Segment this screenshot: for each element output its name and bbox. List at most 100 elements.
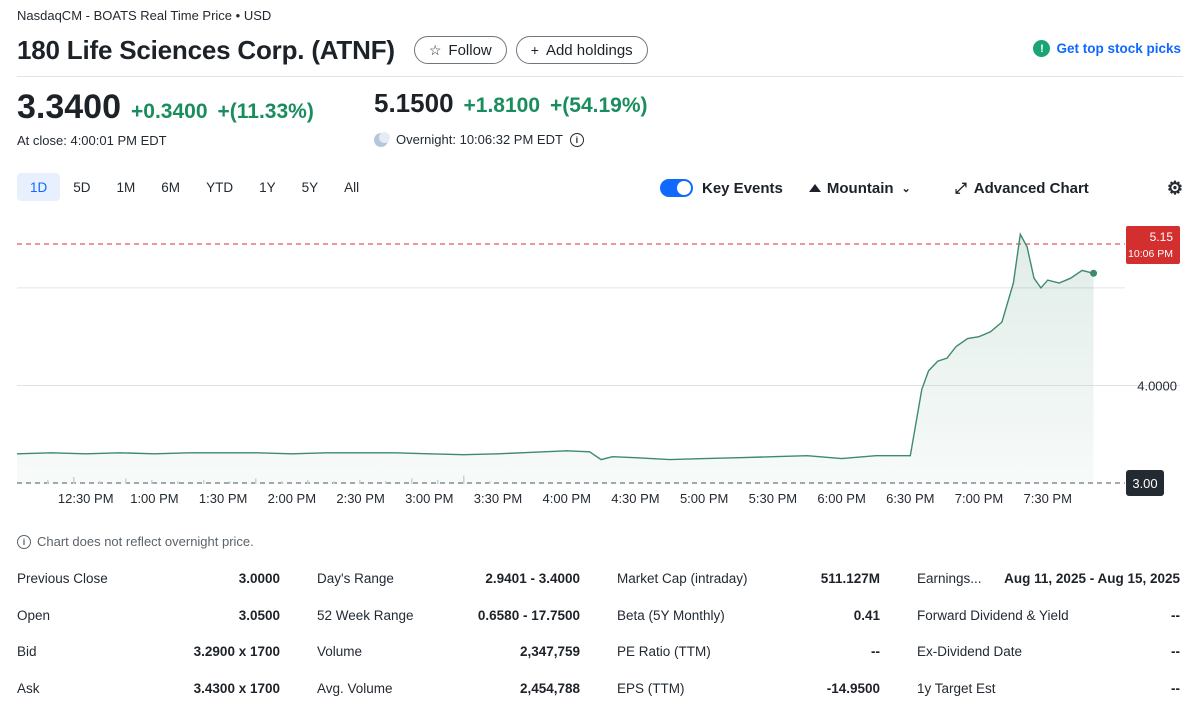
stat-label: Avg. Volume — [317, 681, 393, 697]
stat-label: 52 Week Range — [317, 607, 414, 623]
add-holdings-button[interactable]: + Add holdings — [515, 36, 648, 64]
mountain-icon — [808, 184, 821, 192]
range-tabs: 1D 5D 1M 6M YTD 1Y 5Y All — [17, 173, 372, 201]
x-tick-label: 2:00 PM — [268, 491, 316, 506]
range-tab-1y[interactable]: 1Y — [246, 173, 289, 201]
stat-label: Volume — [317, 644, 363, 660]
advanced-chart-button[interactable]: ⤢ Advanced Chart — [955, 180, 1089, 197]
previous-close-badge-value: 3.00 — [1132, 476, 1157, 491]
stat-label: 1y Target Est — [917, 681, 996, 697]
key-events-toggle[interactable]: Key Events — [660, 179, 783, 197]
stats-column: Market Cap (intraday) 511.127M Beta (5Y Mo… — [617, 560, 880, 707]
last-price-dot — [1090, 269, 1098, 277]
stat-value: 0.41 — [853, 607, 880, 623]
close-price-block: 3.3400 +0.3400 +(11.33%) — [17, 88, 314, 127]
stat-row: 52 Week Range 0.6580 - 17.7500 — [317, 597, 580, 634]
stats-column: Previous Close 3.0000 Open 3.0500 Bid 3.2900 … — [17, 560, 280, 707]
overnight-time: Overnight: 10:06:32 PM EDT — [396, 132, 563, 147]
stat-label: Day's Range — [317, 570, 394, 586]
stat-value: Aug 11, 2025 - Aug 15, 2025 — [1004, 570, 1180, 586]
y-tick-label: 4.0000 — [1137, 378, 1177, 393]
stat-label: EPS (TTM) — [617, 681, 685, 697]
stat-row: Ex-Dividend Date -- — [917, 634, 1180, 671]
stat-row: Bid 3.2900 x 1700 — [17, 634, 280, 671]
chart-note: i Chart does not reflect overnight price… — [17, 534, 254, 549]
stat-value: 3.0000 — [238, 570, 280, 586]
chart-type-dropdown[interactable]: Mountain ⌄ — [808, 180, 911, 197]
close-change: +0.3400 — [131, 100, 208, 123]
toggle-switch-icon — [660, 179, 693, 197]
x-tick-label: 5:00 PM — [680, 491, 728, 506]
x-tick-label: 5:30 PM — [749, 491, 797, 506]
follow-button[interactable]: ☆ Follow — [413, 36, 507, 64]
price-chart[interactable]: 4.0000 12:30 PM 1:00 PM 1:30 PM 2:00 PM 2:30 … — [0, 200, 1200, 520]
stat-row: Volume 2,347,759 — [317, 634, 580, 671]
x-tick-label: 4:30 PM — [611, 491, 659, 506]
stat-value: 2.9401 - 3.4000 — [485, 570, 580, 586]
stat-value: -- — [1171, 644, 1180, 660]
info-icon[interactable]: i — [569, 132, 584, 147]
stat-value: -14.9500 — [826, 681, 880, 697]
x-tick-label: 12:30 PM — [58, 491, 114, 506]
stat-value: 0.6580 - 17.7500 — [477, 607, 580, 623]
chart-toolbar: Key Events Mountain ⌄ ⤢ Advanced Chart ⚙ — [660, 176, 1183, 200]
x-tick-label: 6:00 PM — [817, 491, 865, 506]
stat-row: PE Ratio (TTM) -- — [617, 634, 880, 671]
header-divider — [17, 76, 1183, 77]
range-tab-5d[interactable]: 5D — [60, 173, 103, 201]
star-icon: ☆ — [428, 41, 442, 58]
stat-row: Beta (5Y Monthly) 0.41 — [617, 597, 880, 634]
gear-icon[interactable]: ⚙ — [1167, 178, 1183, 199]
overnight-change: +1.8100 — [463, 94, 541, 117]
range-tab-1m[interactable]: 1M — [104, 173, 149, 201]
range-tab-1d[interactable]: 1D — [17, 173, 61, 201]
key-events-label: Key Events — [702, 179, 783, 197]
overnight-change-pct: +(54.19%) — [550, 94, 648, 117]
x-tick-label: 1:00 PM — [130, 491, 178, 506]
stat-value: 3.4300 x 1700 — [193, 681, 280, 697]
stat-value: 2,347,759 — [519, 644, 580, 660]
price-area — [17, 234, 1094, 484]
range-tab-5y[interactable]: 5Y — [289, 173, 332, 201]
info-icon: i — [17, 534, 31, 549]
chevron-down-icon: ⌄ — [901, 182, 911, 195]
quote-stats: Previous Close 3.0000 Open 3.0500 Bid 3.2900 … — [17, 560, 1182, 707]
stat-row: 1y Target Est -- — [917, 670, 1180, 707]
stat-label: PE Ratio (TTM) — [617, 644, 711, 660]
x-tick-label: 7:00 PM — [955, 491, 1003, 506]
stat-value: 3.0500 — [238, 607, 280, 623]
x-tick-label: 4:00 PM — [543, 491, 591, 506]
x-tick-label: 3:00 PM — [405, 491, 453, 506]
title-row: 180 Life Sciences Corp. (ATNF) ☆ Follow … — [17, 33, 648, 67]
stat-row: Day's Range 2.9401 - 3.4000 — [317, 560, 580, 597]
stat-value: -- — [871, 644, 880, 660]
stats-column: Day's Range 2.9401 - 3.4000 52 Week Range 0… — [317, 560, 580, 707]
overnight-price-block: 5.1500 +1.8100 +(54.19%) — [374, 88, 648, 119]
stat-label: Ex-Dividend Date — [917, 644, 1023, 660]
stat-row: Forward Dividend & Yield -- — [917, 597, 1180, 634]
top-picks-link[interactable]: ! Get top stock picks — [1033, 40, 1181, 57]
x-tick-label: 2:30 PM — [336, 491, 384, 506]
range-tab-all[interactable]: All — [331, 173, 372, 201]
expand-icon: ⤢ — [954, 179, 967, 197]
stat-value: -- — [1171, 681, 1180, 697]
stat-label: Beta (5Y Monthly) — [617, 607, 725, 623]
stat-value: 511.127M — [820, 570, 880, 586]
stat-label: Bid — [17, 644, 37, 660]
stat-label: Open — [17, 607, 51, 623]
company-title: 180 Life Sciences Corp. (ATNF) — [17, 34, 395, 65]
overnight-time-row: Overnight: 10:06:32 PM EDT i — [374, 131, 584, 147]
close-price: 3.3400 — [17, 88, 121, 126]
stat-row: Market Cap (intraday) 511.127M — [617, 560, 880, 597]
chart-note-text: Chart does not reflect overnight price. — [37, 534, 254, 549]
stat-row: Avg. Volume 2,454,788 — [317, 670, 580, 707]
advanced-chart-label: Advanced Chart — [973, 179, 1089, 197]
stat-label: Market Cap (intraday) — [617, 570, 748, 586]
stat-row: Open 3.0500 — [17, 597, 280, 634]
stat-row: Ask 3.4300 x 1700 — [17, 670, 280, 707]
last-price-badge-value: 5.15 — [1150, 230, 1174, 244]
range-tab-6m[interactable]: 6M — [148, 173, 193, 201]
moon-icon — [374, 131, 390, 147]
range-tab-ytd[interactable]: YTD — [193, 173, 246, 201]
stat-row: EPS (TTM) -14.9500 — [617, 670, 880, 707]
